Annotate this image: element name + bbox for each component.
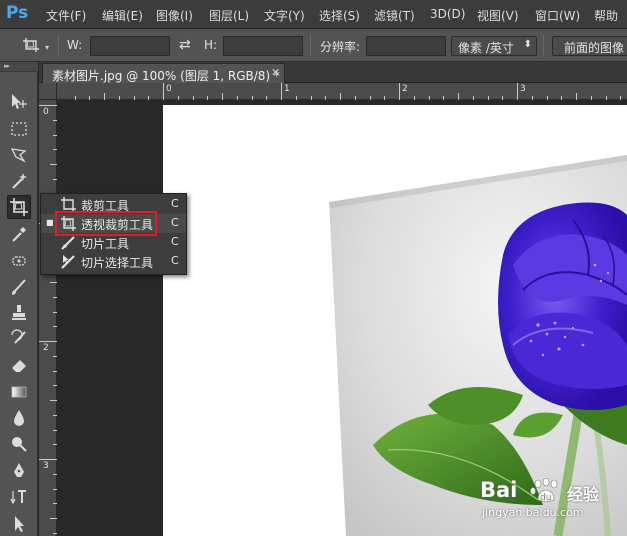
menu-filter[interactable]: 滤镜(T): [374, 7, 415, 24]
close-icon[interactable]: ✕: [271, 66, 280, 79]
menu-bar: Ps 文件(F) 编辑(E) 图像(I) 图层(L) 文字(Y) 选择(S) 滤…: [0, 0, 627, 29]
type-tool-icon[interactable]: [7, 485, 31, 509]
menu-edit[interactable]: 编辑(E): [102, 7, 143, 24]
gradient-tool-icon[interactable]: [7, 380, 31, 404]
horizontal-ruler[interactable]: 0 1 2 3: [57, 83, 627, 100]
flyout-item-slice-select[interactable]: 切片选择工具 C: [41, 252, 186, 271]
front-image-button[interactable]: 前面的图像: [552, 36, 627, 56]
separator: [310, 35, 311, 57]
photoshop-logo: Ps: [6, 3, 29, 23]
ruler-label: 2: [43, 343, 49, 353]
paw-icon: du: [530, 478, 558, 503]
document-tab[interactable]: 素材图片.jpg @ 100% (图层 1, RGB/8) * ✕: [42, 63, 285, 83]
blur-tool-icon[interactable]: [7, 406, 31, 430]
ruler-label: 3: [43, 461, 49, 471]
ruler-label: 0: [166, 84, 172, 94]
flyout-item-shortcut: C: [171, 197, 179, 210]
menu-3d[interactable]: 3D(D): [430, 7, 465, 21]
slice-icon: [60, 234, 77, 251]
lasso-tool-icon[interactable]: [7, 143, 31, 167]
move-tool-icon[interactable]: [7, 90, 31, 114]
baidu-jingyan-watermark: Bai du 经验 jingyan.baidu.com: [480, 478, 620, 528]
menu-view[interactable]: 视图(V): [477, 7, 519, 24]
menu-window[interactable]: 窗口(W): [535, 7, 580, 24]
dodge-tool-icon[interactable]: [7, 432, 31, 456]
panel-collapse-icon[interactable]: ▸▸: [0, 62, 38, 72]
menu-select[interactable]: 选择(S): [319, 7, 360, 24]
height-label: H:: [204, 38, 218, 52]
resolution-unit-select[interactable]: 像素 /英寸 ⬍: [451, 36, 537, 56]
height-input[interactable]: [223, 36, 303, 56]
flyout-item-label: 切片选择工具: [81, 256, 154, 270]
ruler-label: 0: [43, 107, 49, 117]
ruler-label: 1: [284, 84, 290, 94]
watermark-brand-cn: 经验: [567, 485, 600, 504]
resolution-input[interactable]: [366, 36, 446, 56]
flyout-item-shortcut: C: [171, 235, 179, 248]
history-brush-tool-icon[interactable]: [7, 327, 31, 351]
crop-tool-icon[interactable]: [7, 195, 31, 219]
magic-wand-tool-icon[interactable]: [7, 169, 31, 193]
tool-preset-caret-icon[interactable]: ▾: [45, 43, 49, 52]
flyout-item-shortcut: C: [171, 254, 179, 267]
menu-layer[interactable]: 图层(L): [209, 7, 249, 24]
rose-photo: [329, 155, 627, 536]
vertical-ruler[interactable]: 0 1 2 3: [39, 100, 57, 536]
ruler-origin[interactable]: [39, 83, 57, 100]
perspective-crop-icon[interactable]: [22, 37, 40, 53]
menu-image[interactable]: 图像(I): [156, 7, 193, 24]
separator: [58, 35, 59, 57]
document-tab-title: 素材图片.jpg @ 100% (图层 1, RGB/8) *: [52, 69, 280, 83]
horizontal-ruler-ticks: [75, 83, 621, 100]
options-bar: ▾ W: ⇄ H: 分辨率: 像素 /英寸 ⬍ 前面的图像: [0, 29, 627, 62]
clone-stamp-tool-icon[interactable]: [7, 301, 31, 325]
flyout-item-label: 切片工具: [81, 237, 130, 251]
svg-text:du: du: [540, 493, 551, 503]
tools-panel: ▸▸: [0, 62, 38, 536]
resolution-label: 分辨率:: [320, 40, 361, 54]
eraser-tool-icon[interactable]: [7, 353, 31, 377]
marquee-tool-icon[interactable]: [7, 117, 31, 141]
menu-type[interactable]: 文字(Y): [264, 7, 305, 24]
ruler-label: 2: [402, 84, 408, 94]
watermark-brand: Bai: [480, 478, 518, 502]
selected-bullet-icon: ■: [46, 218, 54, 227]
width-input[interactable]: [90, 36, 170, 56]
chevron-down-icon: ⬍: [523, 39, 532, 50]
separator: [543, 35, 544, 57]
path-selection-tool-icon[interactable]: [7, 512, 31, 536]
brush-tool-icon[interactable]: [7, 275, 31, 299]
width-label: W:: [67, 38, 83, 52]
slice-select-icon: [60, 253, 77, 270]
eyedropper-tool-icon[interactable]: [7, 222, 31, 246]
watermark-url: jingyan.baidu.com: [482, 506, 584, 519]
annotation-highlight-box: [55, 211, 157, 236]
resolution-unit-value: 像素 /英寸: [458, 41, 514, 55]
menu-help[interactable]: 帮助: [594, 7, 618, 24]
swap-icon[interactable]: ⇄: [179, 37, 191, 53]
flyout-item-shortcut: C: [171, 216, 179, 229]
healing-brush-tool-icon[interactable]: [7, 249, 31, 273]
pen-tool-icon[interactable]: [7, 459, 31, 483]
menu-file[interactable]: 文件(F): [46, 7, 86, 24]
ruler-label: 3: [520, 84, 526, 94]
